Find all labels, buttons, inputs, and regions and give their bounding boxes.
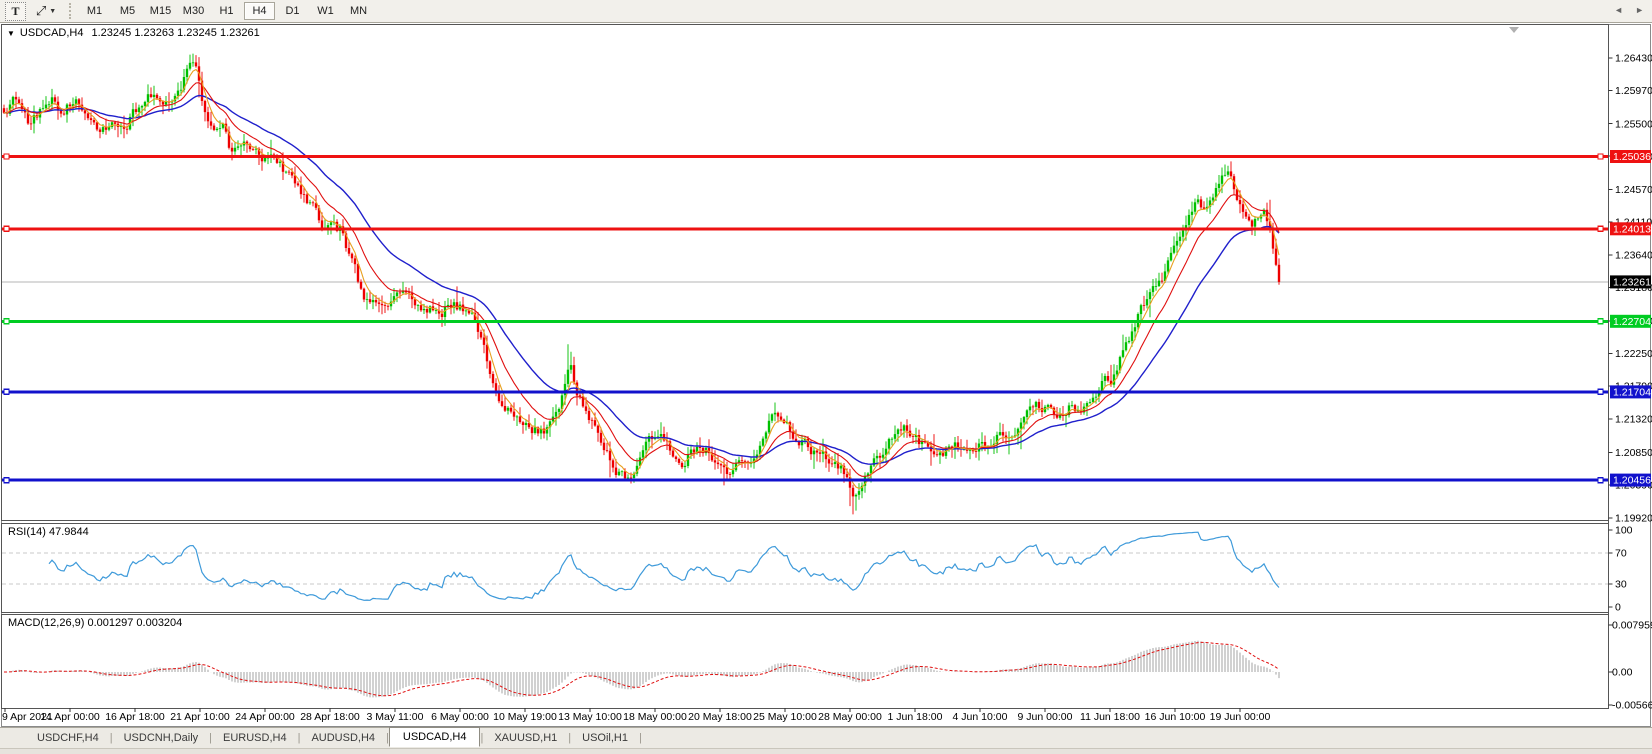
svg-text:0.00: 0.00 bbox=[1612, 667, 1633, 679]
tab-usoil-h1[interactable]: USOil,H1 bbox=[571, 730, 639, 746]
svg-text:30: 30 bbox=[1615, 579, 1627, 591]
svg-text:1.23261: 1.23261 bbox=[1613, 277, 1651, 289]
timeframe-button-m5[interactable]: M5 bbox=[112, 2, 143, 20]
svg-text:1.21320: 1.21320 bbox=[1615, 414, 1652, 426]
svg-text:1.25970: 1.25970 bbox=[1615, 85, 1652, 97]
svg-text:9 Jun 00:00: 9 Jun 00:00 bbox=[1018, 711, 1073, 723]
timeframe-button-m30[interactable]: M30 bbox=[178, 2, 209, 20]
arrows-tool-button[interactable]: ⤢ ▼ bbox=[30, 3, 62, 20]
time-axis: 9 Apr 202114 Apr 00:0016 Apr 18:0021 Apr… bbox=[2, 708, 1271, 723]
tab-scroll-right-icon[interactable]: ► bbox=[1635, 5, 1644, 15]
collapse-triangle-icon[interactable]: ▼ bbox=[7, 29, 15, 38]
tab-separator: | bbox=[639, 732, 642, 744]
svg-text:0.007959: 0.007959 bbox=[1612, 620, 1652, 632]
svg-text:10 May 19:00: 10 May 19:00 bbox=[493, 711, 557, 723]
svg-text:14 Apr 00:00: 14 Apr 00:00 bbox=[40, 711, 100, 723]
svg-text:11 Jun 18:00: 11 Jun 18:00 bbox=[1080, 711, 1140, 723]
timeframe-button-m1[interactable]: M1 bbox=[79, 2, 110, 20]
svg-text:1.23640: 1.23640 bbox=[1615, 250, 1652, 262]
timeframe-button-mn[interactable]: MN bbox=[343, 2, 374, 20]
svg-text:3 May 11:00: 3 May 11:00 bbox=[366, 711, 423, 723]
rsi-label: RSI(14) 47.9844 bbox=[8, 526, 89, 538]
tab-audusd-h4[interactable]: AUDUSD,H4 bbox=[300, 730, 386, 746]
svg-text:28 May 00:00: 28 May 00:00 bbox=[818, 711, 882, 723]
svg-text:4 Jun 10:00: 4 Jun 10:00 bbox=[953, 711, 1008, 723]
chart-frame bbox=[2, 24, 1651, 727]
svg-text:16 Jun 10:00: 16 Jun 10:00 bbox=[1145, 711, 1206, 723]
svg-text:1.24013: 1.24013 bbox=[1613, 223, 1651, 235]
svg-text:1.26430: 1.26430 bbox=[1615, 53, 1652, 65]
tab-eurusd-h4[interactable]: EURUSD,H4 bbox=[212, 730, 298, 746]
svg-text:-0.005663: -0.005663 bbox=[1612, 700, 1652, 712]
svg-text:1.25036: 1.25036 bbox=[1613, 151, 1651, 163]
svg-text:1.22250: 1.22250 bbox=[1615, 348, 1652, 360]
svg-text:1.20456: 1.20456 bbox=[1613, 475, 1651, 487]
timeframe-button-d1[interactable]: D1 bbox=[277, 2, 308, 20]
chart-tab-bar: USDCHF,H4|USDCNH,Daily|EURUSD,H4|AUDUSD,… bbox=[0, 727, 1652, 748]
timeframe-button-w1[interactable]: W1 bbox=[310, 2, 341, 20]
svg-text:70: 70 bbox=[1615, 548, 1627, 560]
svg-text:6 May 00:00: 6 May 00:00 bbox=[431, 711, 489, 723]
tab-scroll-controls: ◄ ► bbox=[1614, 5, 1644, 15]
svg-text:16 Apr 18:00: 16 Apr 18:00 bbox=[105, 711, 165, 723]
chart-title: ▼ USDCAD,H4 1.23245 1.23263 1.23245 1.23… bbox=[7, 27, 260, 39]
tab-xauusd-h1[interactable]: XAUUSD,H1 bbox=[483, 730, 568, 746]
svg-text:1.25500: 1.25500 bbox=[1615, 118, 1652, 130]
tab-usdcnh-daily[interactable]: USDCNH,Daily bbox=[113, 730, 210, 746]
tab-usdchf-h4[interactable]: USDCHF,H4 bbox=[26, 730, 110, 746]
timeframe-group: M1M5M15M30H1H4D1W1MN bbox=[78, 0, 375, 22]
tab-usdcad-h4[interactable]: USDCAD,H4 bbox=[389, 727, 481, 747]
svg-text:18 May 00:00: 18 May 00:00 bbox=[623, 711, 687, 723]
main-toolbar: T ⤢ ▼ M1M5M15M30H1H4D1W1MN bbox=[0, 0, 1652, 23]
svg-text:21 Apr 10:00: 21 Apr 10:00 bbox=[170, 711, 230, 723]
svg-text:24 Apr 00:00: 24 Apr 00:00 bbox=[235, 711, 295, 723]
chart-canvas[interactable]: 1.264301.259701.255001.250401.245701.241… bbox=[0, 0, 1652, 754]
svg-text:1.19920: 1.19920 bbox=[1615, 513, 1652, 525]
svg-text:1.20850: 1.20850 bbox=[1615, 447, 1652, 459]
chart-ohlc-values: 1.23245 1.23263 1.23245 1.23261 bbox=[92, 27, 260, 39]
svg-text:1.22704: 1.22704 bbox=[1613, 316, 1651, 328]
svg-text:1.21704: 1.21704 bbox=[1613, 387, 1651, 399]
chart-symbol-label: USDCAD,H4 bbox=[20, 27, 84, 39]
arrows-icon: ⤢ bbox=[36, 3, 46, 19]
svg-text:1.24570: 1.24570 bbox=[1615, 184, 1652, 196]
chevron-down-icon: ▼ bbox=[49, 8, 56, 15]
svg-text:28 Apr 18:00: 28 Apr 18:00 bbox=[300, 711, 360, 723]
timeframe-button-m15[interactable]: M15 bbox=[145, 2, 176, 20]
timeframe-button-h1[interactable]: H1 bbox=[211, 2, 242, 20]
text-tool-label: T bbox=[11, 4, 19, 19]
svg-text:13 May 10:00: 13 May 10:00 bbox=[558, 711, 622, 723]
svg-text:25 May 10:00: 25 May 10:00 bbox=[753, 711, 817, 723]
macd-label: MACD(12,26,9) 0.001297 0.003204 bbox=[8, 617, 182, 629]
svg-text:100: 100 bbox=[1615, 525, 1633, 537]
svg-text:0: 0 bbox=[1615, 602, 1621, 614]
svg-text:19 Jun 00:00: 19 Jun 00:00 bbox=[1210, 711, 1271, 723]
timeframe-button-h4[interactable]: H4 bbox=[244, 2, 275, 20]
tab-scroll-left-icon[interactable]: ◄ bbox=[1614, 5, 1623, 15]
chart-tabs: USDCHF,H4|USDCNH,Daily|EURUSD,H4|AUDUSD,… bbox=[0, 728, 1652, 748]
application-window: T ⤢ ▼ M1M5M15M30H1H4D1W1MN 1.26430 1.2597… bbox=[0, 0, 1652, 754]
toolbar-grip bbox=[69, 3, 71, 19]
text-tool-button[interactable]: T bbox=[5, 2, 26, 21]
price-axis: 1.264301.259701.255001.250401.245701.241… bbox=[1609, 53, 1652, 525]
svg-text:1 Jun 18:00: 1 Jun 18:00 bbox=[888, 711, 943, 723]
svg-text:20 May 18:00: 20 May 18:00 bbox=[688, 711, 752, 723]
